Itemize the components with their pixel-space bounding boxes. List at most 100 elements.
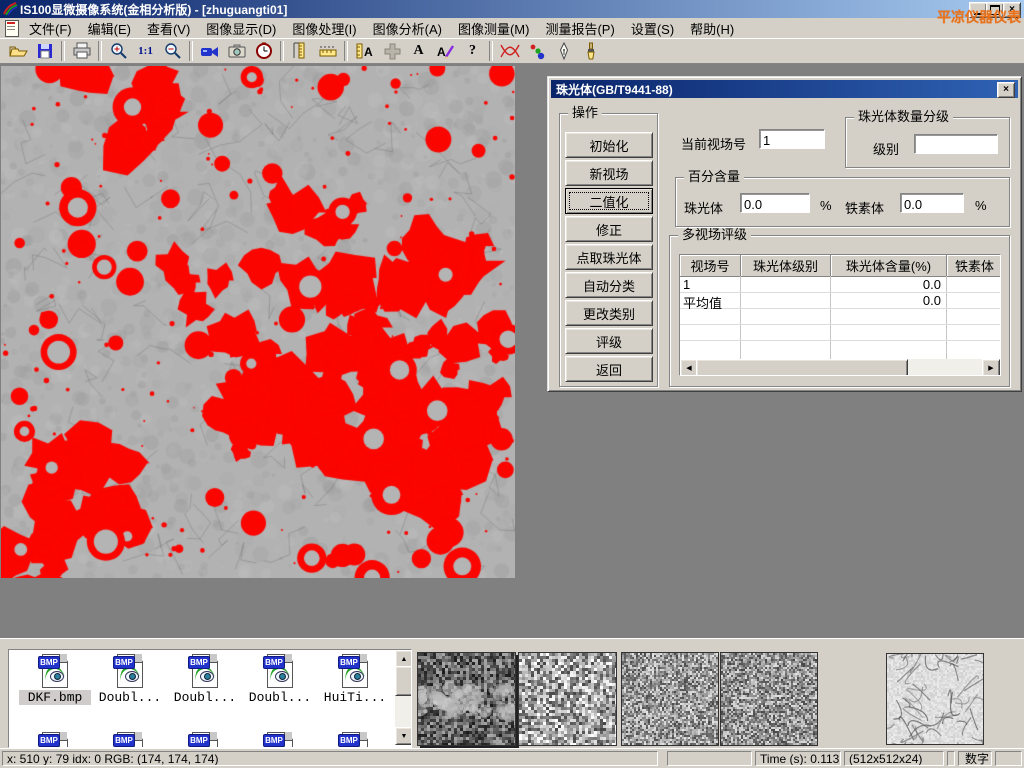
file-name[interactable]: HuiTi... (319, 690, 391, 705)
table-row[interactable]: 平均值 (683, 293, 738, 309)
ferrite-percent-input[interactable] (900, 193, 964, 213)
save-button[interactable] (31, 39, 58, 63)
file-item[interactable]: BMP (244, 732, 316, 748)
return-button[interactable]: 返回 (565, 356, 653, 382)
thumbnail-4[interactable] (720, 652, 818, 746)
grading-table[interactable]: 视场号 珠光体级别 珠光体含量(%) 铁素体 1 0.0 平均值 0.0 ◀ ▶ (679, 254, 1001, 376)
file-item[interactable]: BMP (94, 732, 166, 748)
file-item[interactable]: BMP (319, 732, 391, 748)
text-annotation-button[interactable]: A (405, 39, 432, 63)
col-header-field[interactable]: 视场号 (680, 255, 741, 277)
menu-file[interactable]: 文件(F) (21, 17, 80, 40)
text-edit-icon: A (436, 42, 456, 60)
table-row[interactable]: 1 (683, 277, 738, 293)
dialog-close-button[interactable]: × (997, 82, 1015, 98)
file-item[interactable]: BMP DKF.bmp (19, 654, 91, 705)
new-field-button[interactable]: 新视场 (565, 160, 653, 186)
thumbnail-3[interactable] (621, 652, 719, 746)
open-button[interactable] (4, 39, 31, 63)
auto-classify-button[interactable]: 自动分类 (565, 272, 653, 298)
file-list-scrollbar[interactable]: ▲ ▼ (395, 650, 411, 745)
file-name[interactable]: DKF.bmp (19, 690, 91, 705)
toolbar-separator (61, 41, 65, 61)
status-bar: x: 510 y: 79 idx: 0 RGB: (174, 174, 174)… (0, 748, 1024, 768)
scroll-right-button[interactable]: ▶ (982, 359, 1000, 376)
bmp-file-icon: BMP (263, 654, 297, 688)
col-header-pearlite[interactable]: 珠光体含量(%) (831, 255, 947, 277)
col-header-grade[interactable]: 珠光体级别 (741, 255, 831, 277)
file-item[interactable]: BMP (19, 732, 91, 748)
hscroll-thumb[interactable] (696, 359, 908, 376)
table-cell[interactable]: 0.0 (831, 277, 941, 293)
close-icon: × (1003, 85, 1009, 95)
thumbnail-1[interactable] (417, 652, 516, 746)
menu-image-analysis[interactable]: 图像分析(A) (365, 17, 450, 40)
menu-edit[interactable]: 编辑(E) (80, 17, 139, 40)
pearlite-percent-input[interactable] (740, 193, 810, 213)
menu-view[interactable]: 查看(V) (139, 17, 198, 40)
grade-group-label: 珠光体数量分级 (854, 110, 953, 124)
curve-tool-button[interactable] (496, 39, 523, 63)
brush-tool-button[interactable] (577, 39, 604, 63)
file-item[interactable]: BMP HuiTi... (319, 654, 391, 705)
file-item[interactable]: BMP Doubl... (94, 654, 166, 705)
scroll-down-button[interactable]: ▼ (395, 727, 412, 745)
ruler-button[interactable] (314, 39, 341, 63)
col-header-ferrite[interactable]: 铁素体 (947, 255, 1001, 277)
ferrite-label: 铁素体 (845, 198, 884, 217)
init-button[interactable]: 初始化 (565, 132, 653, 158)
menu-image-measure[interactable]: 图像测量(M) (450, 17, 538, 40)
help-button[interactable]: ? (459, 39, 486, 63)
scroll-down-icon: ▼ (401, 733, 408, 740)
zoom-out-button[interactable] (159, 39, 186, 63)
snapshot-button[interactable] (223, 39, 250, 63)
correct-button[interactable]: 修正 (565, 216, 653, 242)
grade-input[interactable] (914, 134, 998, 154)
print-button[interactable] (68, 39, 95, 63)
grid-button[interactable] (378, 39, 405, 63)
close-button[interactable]: × (1003, 2, 1021, 18)
status-empty (667, 751, 752, 766)
bmp-file-icon: BMP (38, 654, 72, 688)
specimen-image[interactable] (1, 66, 515, 578)
file-item[interactable]: BMP Doubl... (244, 654, 316, 705)
particle-analysis-button[interactable] (523, 39, 550, 63)
caliper-button[interactable] (287, 39, 314, 63)
text-edit-button[interactable]: A (432, 39, 459, 63)
file-name[interactable]: Doubl... (244, 690, 316, 705)
menu-image-processing[interactable]: 图像处理(I) (284, 17, 364, 40)
grade-button[interactable]: 评级 (565, 328, 653, 354)
change-class-button[interactable]: 更改类别 (565, 300, 653, 326)
table-hscrollbar[interactable]: ◀ ▶ (680, 359, 1000, 375)
thumbnail-2[interactable] (518, 652, 617, 746)
table-cell[interactable]: 0.0 (831, 293, 941, 309)
svg-text:A: A (364, 45, 373, 59)
maximize-button[interactable] (986, 2, 1004, 18)
menu-help[interactable]: 帮助(H) (682, 17, 742, 40)
menu-image-display[interactable]: 图像显示(D) (198, 17, 284, 40)
grid-line (680, 324, 1000, 325)
vscroll-thumb[interactable] (395, 666, 412, 696)
maximize-icon (990, 5, 1000, 15)
menu-measure-report[interactable]: 测量报告(P) (537, 17, 622, 40)
file-item[interactable]: BMP Doubl... (169, 654, 241, 705)
file-name[interactable]: Doubl... (94, 690, 166, 705)
svg-text:A: A (437, 45, 446, 59)
file-list[interactable]: BMP DKF.bmp BMP Doubl... BMP Doubl... BM… (8, 649, 412, 748)
file-name[interactable]: Doubl... (169, 690, 241, 705)
actual-size-button[interactable]: 1:1 (132, 39, 159, 63)
thumbnail-5[interactable] (886, 653, 984, 745)
pick-pearlite-button[interactable]: 点取珠光体 (565, 244, 653, 270)
pen-tool-button[interactable] (550, 39, 577, 63)
video-capture-button[interactable] (196, 39, 223, 63)
current-view-input[interactable] (759, 129, 825, 149)
file-item[interactable]: BMP (169, 732, 241, 748)
minimize-button[interactable] (969, 2, 987, 18)
binarize-button[interactable]: 二值化 (565, 188, 653, 214)
document-icon[interactable] (3, 20, 21, 36)
dialog-title-bar[interactable]: 珠光体(GB/T9441-88) (551, 80, 1018, 98)
calibration-button[interactable]: A (351, 39, 378, 63)
menu-settings[interactable]: 设置(S) (623, 17, 682, 40)
zoom-in-button[interactable] (105, 39, 132, 63)
timer-button[interactable] (250, 39, 277, 63)
